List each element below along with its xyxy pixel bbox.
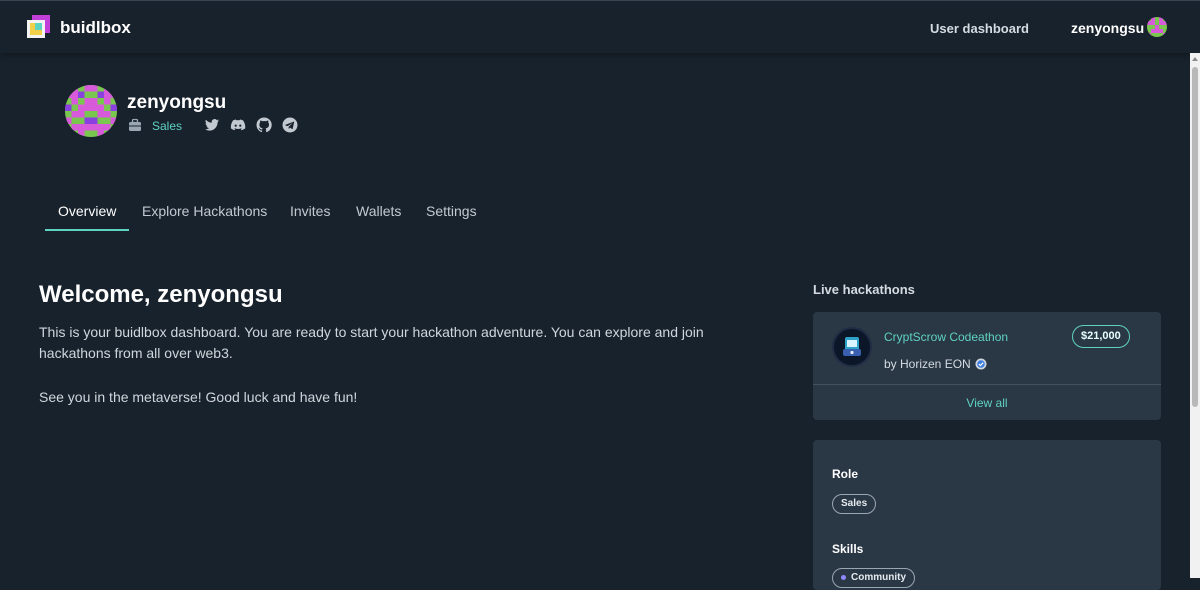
twitter-icon[interactable] — [204, 117, 220, 133]
profile-avatar — [65, 85, 117, 137]
hackathon-organizer: by Horizen EON — [884, 357, 971, 371]
scrollbar-thumb[interactable] — [1192, 67, 1198, 407]
skills-section-title: Skills — [832, 542, 864, 556]
view-all-link[interactable]: View all — [813, 396, 1161, 410]
live-hackathons-card: CryptScrow Codeathon $21,000 by Horizen … — [813, 312, 1161, 420]
role-section-title: Role — [832, 467, 859, 481]
top-navigation-bar: buidlbox User dashboard zenyongsu — [0, 0, 1200, 53]
welcome-intro-text: This is your buidlbox dashboard. You are… — [39, 324, 704, 361]
verified-icon — [975, 358, 987, 370]
welcome-title: Welcome, zenyongsu — [39, 281, 283, 308]
user-avatar[interactable] — [1147, 17, 1167, 37]
telegram-icon[interactable] — [282, 117, 298, 133]
buidlbox-logo-icon[interactable] — [26, 14, 52, 40]
hackathon-name[interactable]: CryptScrow Codeathon — [884, 330, 1008, 344]
tab-overview[interactable]: Overview — [45, 193, 129, 231]
discord-icon[interactable] — [230, 117, 246, 133]
tab-explore-hackathons[interactable]: Explore Hackathons — [142, 193, 267, 231]
brand-name[interactable]: buidlbox — [60, 18, 131, 38]
scroll-up-arrow-icon[interactable] — [1192, 57, 1198, 61]
profile-role: Sales — [152, 119, 183, 133]
skill-dot-icon — [841, 574, 846, 580]
live-hackathons-title: Live hackathons — [813, 282, 915, 297]
welcome-closing-text: See you in the metaverse! Good luck and … — [39, 389, 358, 405]
hackathon-logo-icon — [843, 337, 861, 356]
hackathon-logo[interactable] — [832, 327, 872, 367]
card-divider — [813, 384, 1161, 385]
skill-pill: Community — [832, 568, 915, 588]
tab-invites[interactable]: Invites — [290, 193, 330, 231]
briefcase-icon — [129, 118, 141, 131]
tab-settings[interactable]: Settings — [426, 193, 477, 231]
user-dashboard-link[interactable]: User dashboard — [930, 21, 1029, 36]
role-pill: Sales — [832, 494, 877, 514]
profile-info-card: Role Sales Skills Community — [813, 440, 1161, 590]
user-menu-name[interactable]: zenyongsu — [1071, 20, 1144, 36]
hackathon-prize-badge: $21,000 — [1072, 325, 1130, 348]
vertical-scrollbar[interactable] — [1190, 53, 1200, 578]
github-icon[interactable] — [256, 117, 272, 133]
profile-name: zenyongsu — [127, 92, 227, 113]
tab-wallets[interactable]: Wallets — [356, 193, 401, 231]
